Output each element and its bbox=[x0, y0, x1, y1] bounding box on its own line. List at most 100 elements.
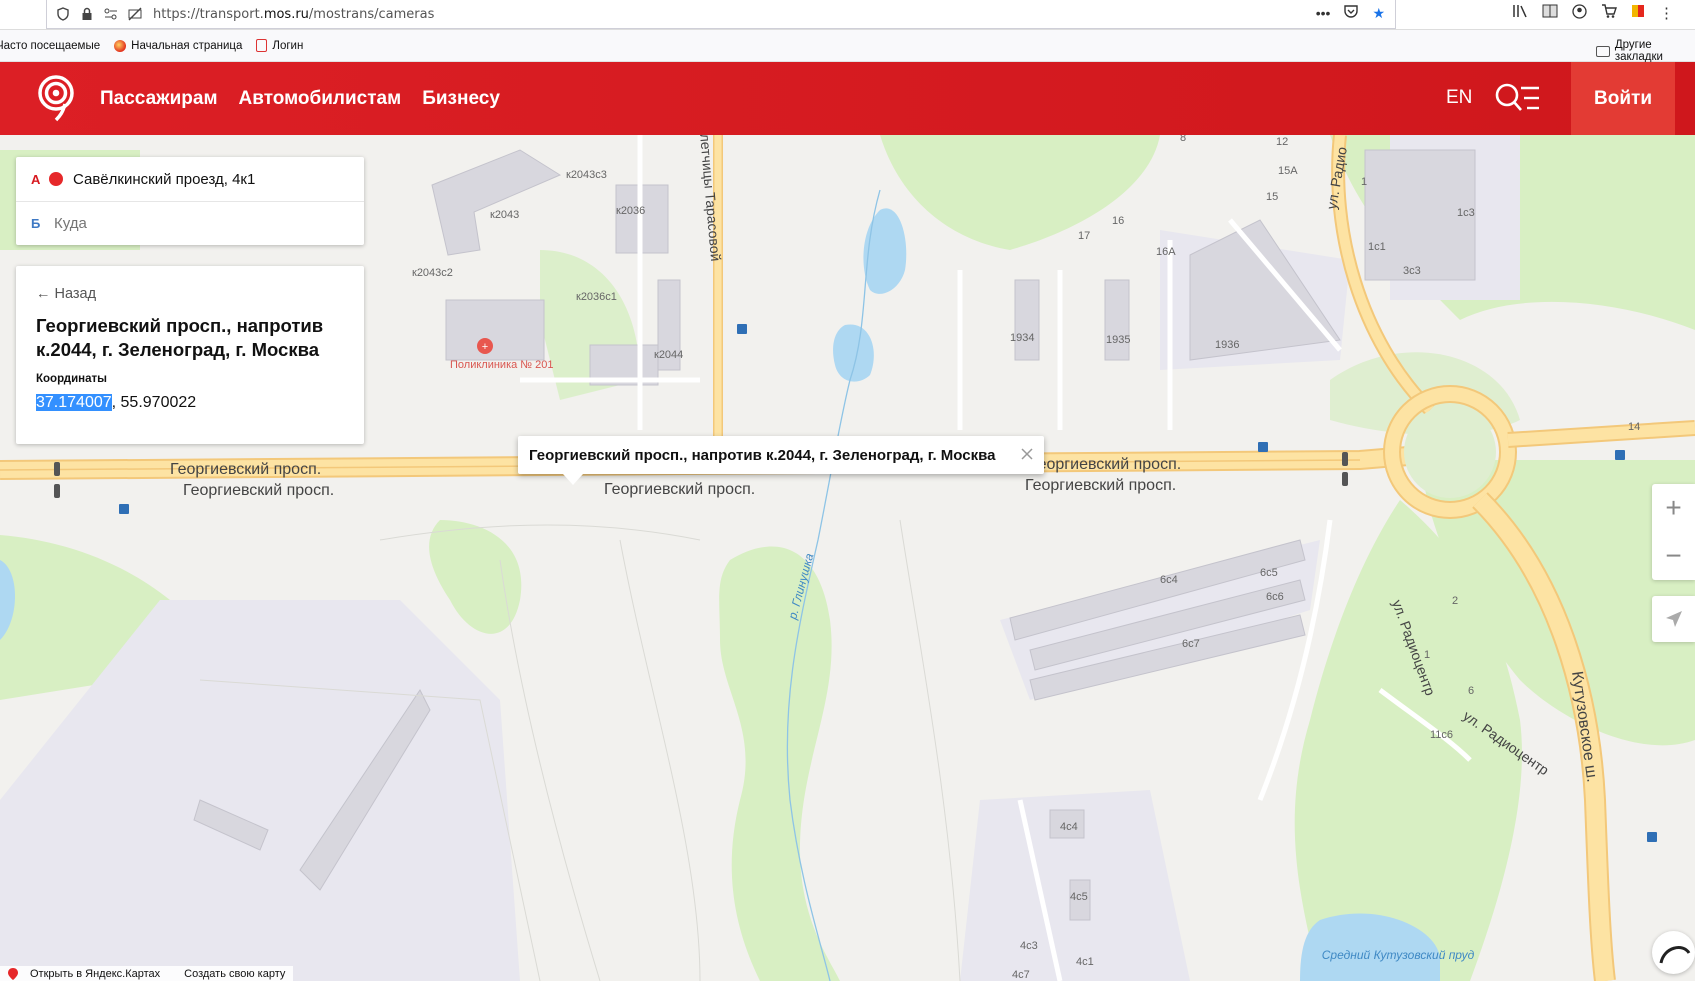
building-label: 1934 bbox=[1010, 332, 1034, 344]
building-label: 2 bbox=[1452, 595, 1458, 607]
route-to-row[interactable]: Б bbox=[16, 201, 364, 245]
camera-title: Георгиевский просп., напротив к.2044, г.… bbox=[36, 315, 324, 360]
bus-stop-icon[interactable] bbox=[1258, 442, 1268, 452]
traffic-light-icon bbox=[1342, 452, 1348, 466]
nav-passengers[interactable]: Пассажирам bbox=[100, 88, 218, 110]
menu-icon[interactable]: ⋮ bbox=[1659, 4, 1674, 23]
coords-longitude[interactable]: 37.174007 bbox=[36, 394, 112, 411]
point-b-label: Б bbox=[31, 216, 41, 231]
popup-tail bbox=[563, 474, 583, 485]
bus-stop-icon[interactable] bbox=[1615, 450, 1625, 460]
building-label: 4с4 bbox=[1060, 821, 1078, 833]
route-panel: А Савёлкинский проезд, 4к1 Б bbox=[16, 157, 364, 245]
bookmark-most-visited[interactable]: Часто посещаемые bbox=[0, 40, 100, 52]
building-label: 17 bbox=[1078, 230, 1090, 242]
open-yandex-label: Открыть в Яндекс.Картах bbox=[30, 967, 161, 980]
building-label: 1 bbox=[1424, 649, 1430, 661]
traffic-light-icon bbox=[54, 462, 60, 476]
location-pin-icon bbox=[49, 172, 63, 186]
folder-icon bbox=[1596, 45, 1610, 57]
building-label: к2043 bbox=[490, 209, 519, 221]
street-label: Георгиевский просп. bbox=[604, 481, 755, 498]
street-label: Георгиевский просп. bbox=[1030, 456, 1181, 473]
language-switch[interactable]: EN bbox=[1446, 87, 1472, 109]
map-canvas[interactable]: Георгиевский просп. Георгиевский просп. … bbox=[0, 135, 1695, 981]
zoom-in-button[interactable]: + bbox=[1652, 484, 1695, 532]
popup-text: Георгиевский просп., напротив к.2044, г.… bbox=[529, 446, 996, 464]
permissions-icon[interactable] bbox=[103, 6, 119, 22]
cart-icon[interactable] bbox=[1601, 4, 1617, 23]
camera-info-panel: ← Назад Георгиевский просп., напротив к.… bbox=[16, 266, 364, 444]
open-yandex-link[interactable]: Открыть в Яндекс.Картах bbox=[0, 966, 176, 981]
bookmark-label: Логин bbox=[272, 39, 304, 52]
pocket-icon[interactable] bbox=[1344, 5, 1359, 22]
building-label: 4с5 bbox=[1070, 891, 1088, 903]
street-label: Георгиевский просп. bbox=[183, 482, 334, 499]
building-label: 1936 bbox=[1215, 339, 1239, 351]
bookmark-login[interactable]: Логин bbox=[256, 39, 303, 52]
coords-label: Координаты bbox=[36, 373, 107, 385]
search-menu-icon[interactable] bbox=[1494, 82, 1540, 114]
login-button[interactable]: Войти bbox=[1571, 62, 1675, 135]
nav-drivers[interactable]: Автомобилистам bbox=[239, 88, 402, 110]
building-label: 15А bbox=[1278, 165, 1298, 177]
building-label: 1935 bbox=[1106, 334, 1130, 346]
close-icon[interactable] bbox=[1018, 445, 1036, 463]
library-icon[interactable] bbox=[1512, 4, 1528, 23]
firefox-icon bbox=[114, 39, 127, 52]
bookmark-start-page[interactable]: Начальная страница bbox=[114, 39, 243, 52]
address-bar[interactable]: https://transport.mos.ru/mostrans/camera… bbox=[46, 0, 1396, 29]
bus-stop-icon[interactable] bbox=[1647, 832, 1657, 842]
camera-popup: Георгиевский просп., напротив к.2044, г.… bbox=[518, 436, 1044, 485]
building-label: 15 bbox=[1266, 191, 1278, 203]
point-a-label: А bbox=[31, 171, 41, 187]
create-map-link[interactable]: Создать свою карту bbox=[176, 966, 293, 981]
navigation-arrow-icon bbox=[1665, 611, 1682, 627]
building-label: 3с3 bbox=[1403, 265, 1421, 277]
extension-icon[interactable] bbox=[1631, 4, 1645, 23]
building-label: 12 bbox=[1276, 136, 1288, 148]
lock-icon[interactable] bbox=[79, 6, 95, 22]
building-label: к2036с1 bbox=[576, 291, 617, 303]
building-label: к2036 bbox=[616, 205, 645, 217]
compass-icon[interactable] bbox=[1652, 931, 1695, 974]
more-actions-icon[interactable]: ••• bbox=[1316, 5, 1331, 22]
url-text: https://transport.mos.ru/mostrans/camera… bbox=[153, 7, 434, 22]
reader-view-icon[interactable] bbox=[1542, 4, 1558, 23]
nav-business[interactable]: Бизнесу bbox=[422, 88, 500, 110]
bookmarks-bar: Часто посещаемые Начальная страница Логи… bbox=[0, 30, 1695, 63]
coords-value[interactable]: 37.174007, 55.970022 bbox=[36, 394, 344, 412]
geolocation-button[interactable] bbox=[1652, 596, 1695, 642]
shield-icon[interactable] bbox=[55, 6, 71, 22]
zoom-out-button[interactable]: − bbox=[1652, 532, 1695, 580]
building-label: 1 bbox=[1361, 176, 1367, 188]
building-label: 1с1 bbox=[1368, 241, 1386, 253]
building-label: 1с3 bbox=[1457, 207, 1475, 219]
building-label: 6с4 bbox=[1160, 574, 1178, 586]
back-link[interactable]: ← Назад bbox=[36, 286, 344, 302]
account-icon[interactable] bbox=[1572, 4, 1587, 23]
bookmark-label: Начальная страница bbox=[131, 39, 243, 52]
bus-stop-icon[interactable] bbox=[737, 324, 747, 334]
building-label: 4с3 bbox=[1020, 940, 1038, 952]
main-nav: Пассажирам Автомобилистам Бизнесу bbox=[100, 62, 500, 135]
url-prefix: https://transport. bbox=[153, 6, 264, 22]
pond-label: Средний Кутузовский пруд bbox=[1322, 948, 1475, 962]
building-label: 4с7 bbox=[1012, 969, 1030, 981]
mosru-logo-icon[interactable] bbox=[36, 74, 76, 122]
building-label: 11с6 bbox=[1430, 729, 1453, 741]
other-bookmarks[interactable]: Другие закладки bbox=[1596, 39, 1695, 63]
coords-latitude[interactable]: , 55.970022 bbox=[112, 394, 197, 411]
url-path: /mostrans/cameras bbox=[308, 6, 435, 22]
building-label: 16 bbox=[1112, 215, 1124, 227]
bookmark-star-icon[interactable]: ★ bbox=[1372, 5, 1385, 22]
yandex-pin-icon bbox=[8, 967, 18, 980]
tracking-icon[interactable] bbox=[127, 6, 143, 22]
route-to-input[interactable] bbox=[54, 215, 304, 232]
zoom-control: + − bbox=[1652, 484, 1695, 580]
route-from-row[interactable]: А Савёлкинский проезд, 4к1 bbox=[16, 157, 364, 201]
building-label: к2044 bbox=[654, 349, 683, 361]
bus-stop-icon[interactable] bbox=[119, 504, 129, 514]
building-label: 6с7 bbox=[1182, 638, 1200, 650]
street-label: Георгиевский просп. bbox=[170, 461, 321, 478]
